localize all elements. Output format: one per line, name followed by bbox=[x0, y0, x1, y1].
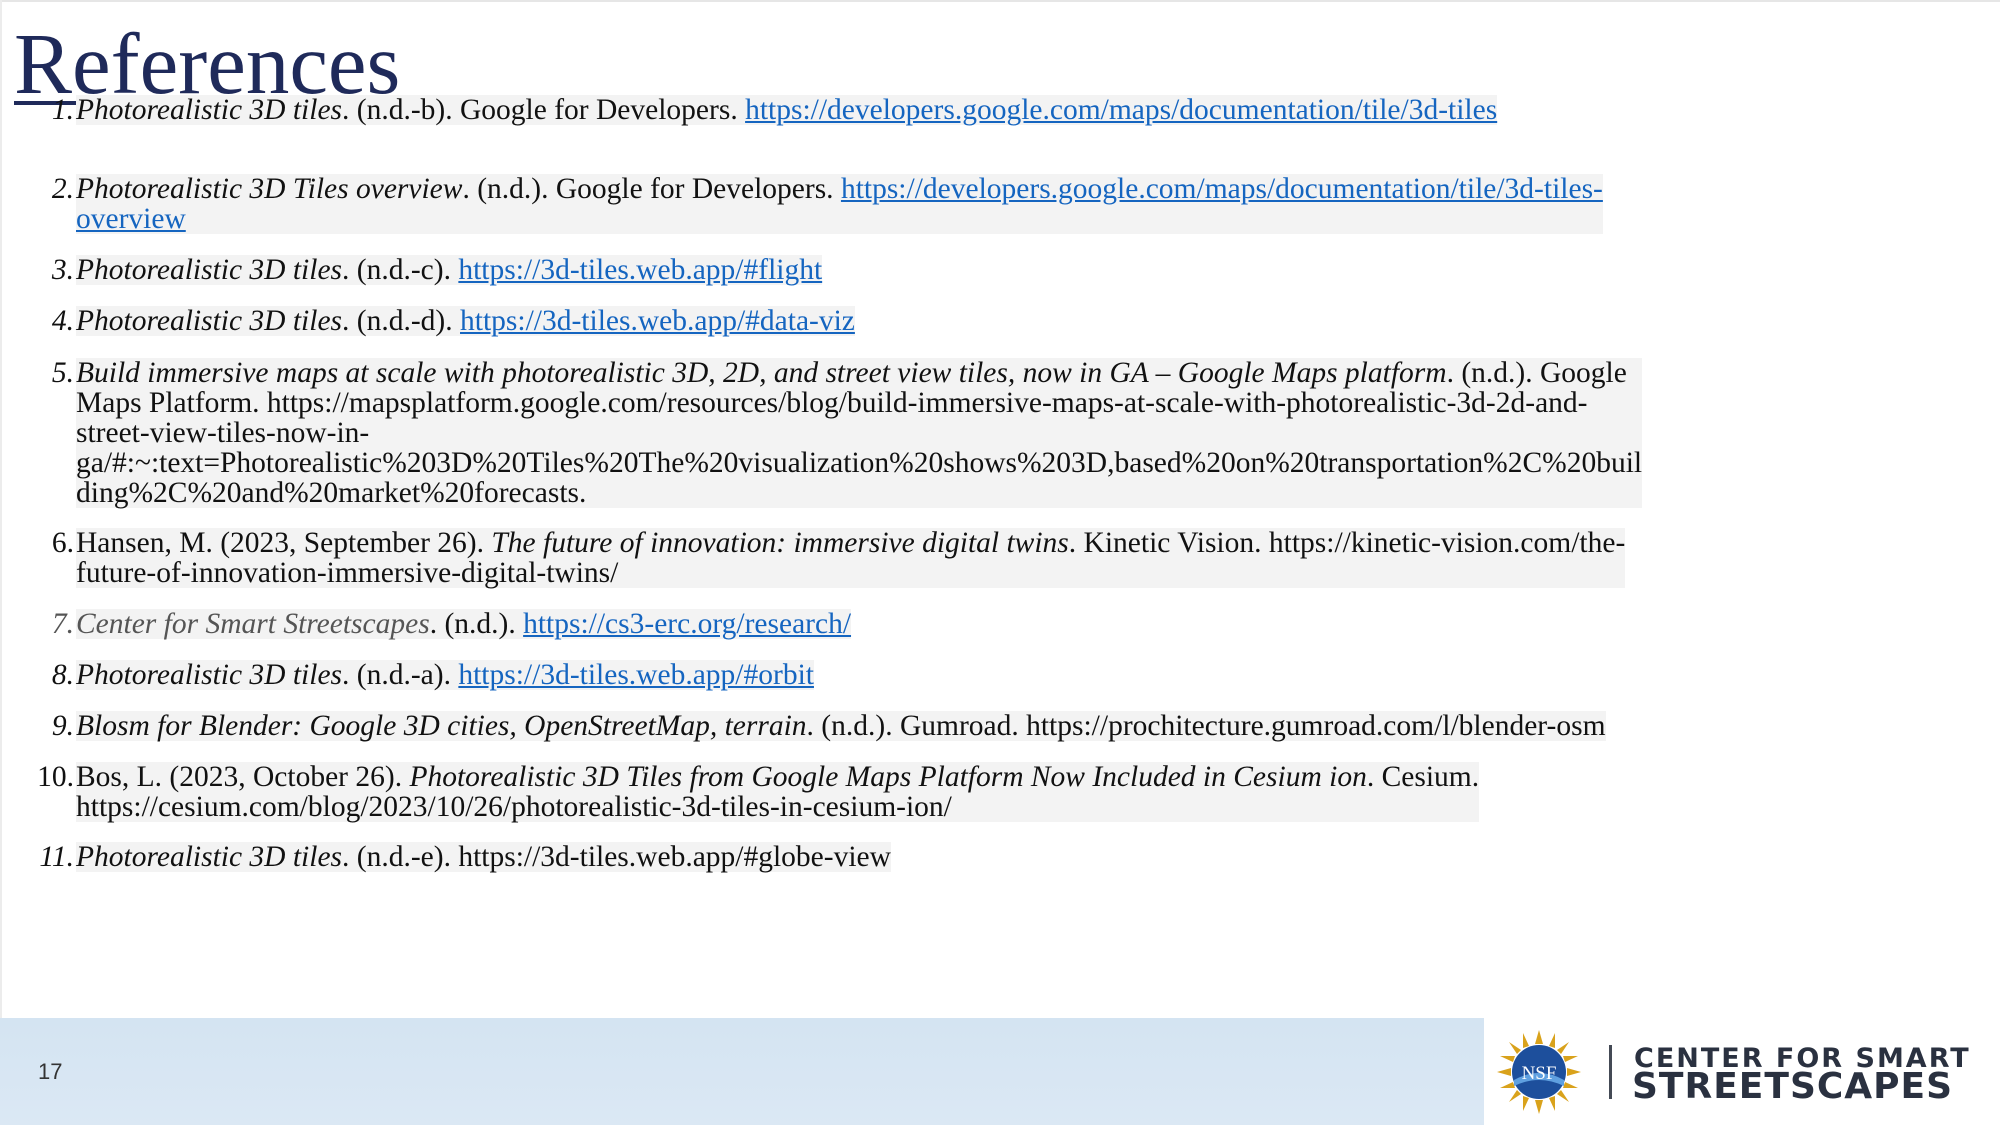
logo-divider bbox=[1609, 1045, 1612, 1099]
reference-title: Photorealistic 3D tiles bbox=[76, 94, 343, 126]
reference-text: Photorealistic 3D tiles. (n.d.-b). Googl… bbox=[76, 94, 1498, 126]
reference-title: Center for Smart Streetscapes bbox=[76, 608, 430, 640]
reference-link[interactable]: https://3d-tiles.web.app/#flight bbox=[458, 254, 822, 286]
reference-number: 5. bbox=[51, 357, 74, 389]
reference-details: . (n.d.-e). https://3d-tiles.web.app/#gl… bbox=[342, 841, 891, 873]
reference-details: . (n.d.-c). bbox=[342, 254, 459, 286]
reference-number: 7. bbox=[51, 608, 74, 640]
reference-link-continued[interactable]: overview bbox=[76, 203, 186, 235]
reference-text: Blosm for Blender: Google 3D cities, Ope… bbox=[76, 711, 1606, 741]
reference-text-line: street-view-tiles-now-in- bbox=[76, 417, 370, 449]
reference-number: 2. bbox=[51, 173, 74, 205]
reference-details: . (n.d.-a). bbox=[342, 659, 459, 691]
reference-text-line: Maps Platform. https://mapsplatform.goog… bbox=[76, 387, 1588, 419]
reference-details: . (n.d.). bbox=[429, 608, 524, 640]
top-rule bbox=[0, 0, 2000, 2]
reference-text: Photorealistic 3D tiles. (n.d.-c). https… bbox=[76, 254, 823, 286]
reference-number: 1. bbox=[51, 94, 74, 126]
left-rule bbox=[0, 0, 2, 1020]
reference-text-line: ding%2C%20and%20market%20forecasts. bbox=[76, 477, 587, 509]
reference-number: 8. bbox=[51, 659, 74, 691]
reference-text: Photorealistic 3D tiles. (n.d.-a). https… bbox=[76, 660, 814, 690]
reference-title: Photorealistic 3D tiles bbox=[76, 659, 343, 691]
reference-details: . Cesium. bbox=[1366, 761, 1480, 793]
page-number: 17 bbox=[38, 1059, 63, 1084]
reference-author: Hansen, M. (2023, September 26). bbox=[76, 527, 492, 559]
reference-text: Photorealistic 3D Tiles overview. (n.d.)… bbox=[76, 174, 1603, 234]
reference-details: . (n.d.-b). Google for Developers. bbox=[342, 94, 746, 126]
reference-link[interactable]: https://3d-tiles.web.app/#data-viz bbox=[460, 305, 855, 337]
reference-details: . (n.d.). Gumroad. https://prochitecture… bbox=[806, 710, 1606, 742]
nsf-logo-icon: NSF bbox=[1497, 1030, 1581, 1114]
reference-title: Photorealistic 3D tiles bbox=[76, 305, 343, 337]
reference-text: Build immersive maps at scale with photo… bbox=[76, 357, 1643, 509]
reference-text-line: future-of-innovation-immersive-digital-t… bbox=[76, 557, 619, 589]
reference-author: Bos, L. (2023, October 26). bbox=[76, 761, 410, 793]
reference-details: . (n.d.-d). bbox=[342, 305, 461, 337]
reference-number: 11. bbox=[39, 841, 74, 873]
reference-title: Photorealistic 3D tiles bbox=[76, 254, 343, 286]
reference-details: . (n.d.). Google for Developers. bbox=[462, 173, 841, 205]
reference-title: Photorealistic 3D Tiles from Google Maps… bbox=[409, 761, 1367, 793]
reference-text-line: https://cesium.com/blog/2023/10/26/photo… bbox=[76, 791, 952, 823]
reference-number: 4. bbox=[51, 305, 74, 337]
reference-text: Hansen, M. (2023, September 26). The fut… bbox=[76, 527, 1626, 589]
reference-number: 6. bbox=[51, 527, 74, 559]
reference-link[interactable]: https://cs3-erc.org/research/ bbox=[523, 608, 851, 640]
org-name-line2: STREETSCAPES bbox=[1632, 1066, 1954, 1107]
reference-link[interactable]: https://developers.google.com/maps/docum… bbox=[745, 94, 1497, 126]
reference-title: Build immersive maps at scale with photo… bbox=[76, 357, 1447, 389]
reference-link[interactable]: https://developers.google.com/maps/docum… bbox=[841, 173, 1603, 205]
reference-text: Center for Smart Streetscapes. (n.d.). h… bbox=[76, 608, 852, 640]
reference-title: The future of innovation: immersive digi… bbox=[491, 527, 1069, 559]
reference-number: 3. bbox=[51, 254, 74, 286]
reference-link[interactable]: https://3d-tiles.web.app/#orbit bbox=[458, 659, 814, 691]
nsf-logo-text: NSF bbox=[1522, 1063, 1557, 1084]
reference-text: Bos, L. (2023, October 26). Photorealist… bbox=[76, 761, 1480, 823]
reference-number: 9. bbox=[51, 710, 74, 742]
reference-title: Blosm for Blender: Google 3D cities, Ope… bbox=[76, 710, 807, 742]
reference-title: Photorealistic 3D tiles bbox=[76, 841, 343, 873]
reference-title: Photorealistic 3D Tiles overview bbox=[76, 173, 463, 205]
reference-text: Photorealistic 3D tiles. (n.d.-d). https… bbox=[76, 306, 855, 336]
reference-text-line: ga/#:~:text=Photorealistic%203D%20Tiles%… bbox=[76, 447, 1643, 479]
reference-text: Photorealistic 3D tiles. (n.d.-e). https… bbox=[76, 842, 891, 872]
reference-number: 10. bbox=[37, 761, 74, 793]
reference-details: . (n.d.). Google bbox=[1446, 357, 1627, 389]
reference-details: . Kinetic Vision. https://kinetic-vision… bbox=[1068, 527, 1626, 559]
slide: References 1. Photorealistic 3D tiles. (… bbox=[0, 0, 2000, 1125]
